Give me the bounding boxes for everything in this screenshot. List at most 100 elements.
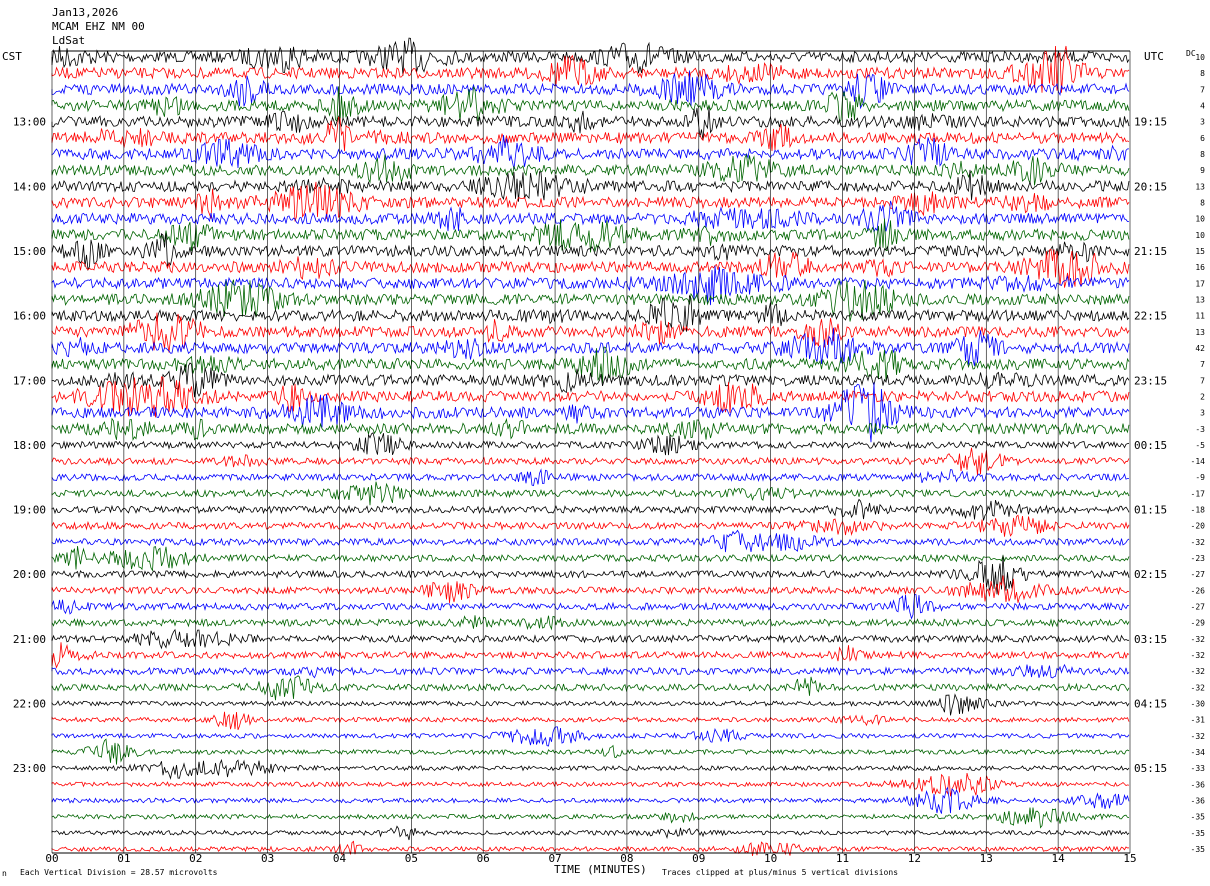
left-hour-label: 19:00 bbox=[13, 504, 46, 517]
corner-mark: n bbox=[2, 869, 7, 878]
trace-row-7 bbox=[51, 153, 1130, 186]
trace-row-33 bbox=[51, 575, 1130, 604]
dc-offset-label: 42 bbox=[1195, 344, 1205, 353]
dc-offset-label: -27 bbox=[1191, 603, 1206, 612]
dc-offset-label: 11 bbox=[1195, 312, 1205, 321]
trace-row-35 bbox=[51, 615, 1130, 631]
dc-offset-label: -26 bbox=[1191, 586, 1206, 595]
dc-offset-label: 17 bbox=[1195, 279, 1205, 288]
dc-offset-label: -32 bbox=[1191, 683, 1206, 692]
x-tick-label: 00 bbox=[45, 852, 58, 865]
left-hour-label: 23:00 bbox=[13, 762, 46, 775]
right-hour-label: 00:15 bbox=[1134, 439, 1167, 452]
dc-offset-label: 6 bbox=[1200, 134, 1205, 143]
right-hour-label: 22:15 bbox=[1134, 310, 1167, 323]
right-hour-label: 19:15 bbox=[1134, 116, 1167, 129]
left-hour-label: 21:00 bbox=[13, 633, 46, 646]
trace-row-34 bbox=[51, 594, 1129, 620]
trace-row-42 bbox=[51, 726, 1130, 747]
trace-row-38 bbox=[51, 663, 1130, 679]
dc-offset-label: -9 bbox=[1195, 473, 1205, 482]
x-tick-label: 02 bbox=[189, 852, 202, 865]
dc-offset-label: 2 bbox=[1200, 392, 1205, 401]
dc-offset-label: -14 bbox=[1191, 457, 1206, 466]
dc-offset-label: -17 bbox=[1191, 489, 1206, 498]
trace-row-31 bbox=[51, 546, 1130, 572]
dc-offset-label: 7 bbox=[1200, 360, 1205, 369]
left-hour-label: 20:00 bbox=[13, 568, 46, 581]
dc-offset-label: -32 bbox=[1191, 732, 1206, 741]
trace-row-49 bbox=[51, 840, 1130, 856]
dc-offset-label: -33 bbox=[1191, 764, 1206, 773]
dc-offset-label: -3 bbox=[1195, 425, 1205, 434]
left-hour-labels: 13:00 14:00 15:00 16:00 17:00 18:00 19:00 20:00… bbox=[13, 116, 46, 776]
trace-row-43 bbox=[51, 738, 1130, 765]
dc-offset-label: -5 bbox=[1195, 441, 1205, 450]
trace-row-24 bbox=[51, 432, 1130, 456]
dc-offset-label: -27 bbox=[1191, 570, 1206, 579]
dc-title: DC bbox=[1186, 49, 1196, 58]
dc-offset-label: 13 bbox=[1195, 328, 1205, 337]
trace-row-30 bbox=[51, 529, 1130, 553]
dc-offset-label: -29 bbox=[1191, 619, 1206, 628]
dc-offset-label: 4 bbox=[1200, 101, 1205, 110]
x-tick-label: 05 bbox=[405, 852, 418, 865]
trace-row-25 bbox=[51, 447, 1130, 476]
dc-offset-label: -34 bbox=[1191, 748, 1206, 757]
dc-offset-label: 10 bbox=[1195, 215, 1205, 224]
right-hour-label: 02:15 bbox=[1134, 568, 1167, 581]
trace-row-28 bbox=[51, 498, 1130, 521]
trace-row-2 bbox=[51, 70, 1130, 110]
dc-offset-label: 7 bbox=[1200, 376, 1205, 385]
scale-note: Each Vertical Division = 28.57 microvolt… bbox=[20, 868, 218, 877]
left-hour-label: 16:00 bbox=[13, 310, 46, 323]
helicorder-plot: Jan13,2026 MCAM EHZ NM 00 LdSat CST UTC … bbox=[2, 6, 1206, 878]
left-hour-label: 13:00 bbox=[13, 116, 46, 129]
dc-offset-label: -31 bbox=[1191, 716, 1206, 725]
dc-offset-label: -36 bbox=[1191, 780, 1206, 789]
left-axis-title: CST bbox=[2, 50, 22, 63]
dc-offset-label: -32 bbox=[1191, 538, 1206, 547]
dc-offset-label: -23 bbox=[1191, 554, 1206, 563]
note-label: LdSat bbox=[52, 34, 85, 47]
trace-group bbox=[51, 37, 1130, 856]
x-tick-label: 06 bbox=[477, 852, 490, 865]
trace-row-47 bbox=[51, 807, 1130, 829]
trace-row-27 bbox=[51, 481, 1130, 506]
dc-offset-label: 7 bbox=[1200, 85, 1205, 94]
trace-row-14 bbox=[51, 265, 1130, 306]
dc-offset-label: 3 bbox=[1200, 118, 1205, 127]
left-hour-label: 15:00 bbox=[13, 245, 46, 258]
trace-row-23 bbox=[51, 417, 1130, 441]
trace-row-39 bbox=[51, 675, 1130, 701]
dc-offset-label: -20 bbox=[1191, 522, 1206, 531]
right-hour-label: 21:15 bbox=[1134, 245, 1167, 258]
x-tick-label: 10 bbox=[764, 852, 777, 865]
dc-offset-label: 13 bbox=[1195, 182, 1205, 191]
trace-row-45 bbox=[51, 773, 1130, 797]
trace-row-10 bbox=[51, 200, 1130, 233]
trace-row-29 bbox=[51, 514, 1130, 537]
dc-offset-label: -35 bbox=[1191, 829, 1206, 838]
right-hour-label: 01:15 bbox=[1134, 504, 1167, 517]
dc-offset-label: 10 bbox=[1195, 231, 1205, 240]
x-tick-label: 14 bbox=[1052, 852, 1066, 865]
dc-offset-label: 8 bbox=[1200, 198, 1205, 207]
right-axis-title: UTC bbox=[1144, 50, 1164, 63]
dc-offset-label: -18 bbox=[1191, 506, 1206, 515]
trace-row-37 bbox=[51, 642, 1130, 669]
x-tick-label: 15 bbox=[1123, 852, 1136, 865]
x-tick-label: 09 bbox=[692, 852, 705, 865]
x-tick-label: 12 bbox=[908, 852, 921, 865]
dc-offset-label: 8 bbox=[1200, 69, 1205, 78]
dc-offset-label: 10 bbox=[1195, 53, 1205, 62]
dc-offset-label: 16 bbox=[1195, 263, 1205, 272]
dc-offset-label: -30 bbox=[1191, 700, 1206, 709]
x-tick-label: 03 bbox=[261, 852, 274, 865]
left-hour-label: 22:00 bbox=[13, 698, 46, 711]
trace-row-40 bbox=[51, 693, 1130, 716]
dc-offset-label: -35 bbox=[1191, 845, 1206, 854]
station-label: MCAM EHZ NM 00 bbox=[52, 20, 145, 33]
dc-offset-label: -32 bbox=[1191, 667, 1206, 676]
trace-row-46 bbox=[51, 786, 1130, 814]
